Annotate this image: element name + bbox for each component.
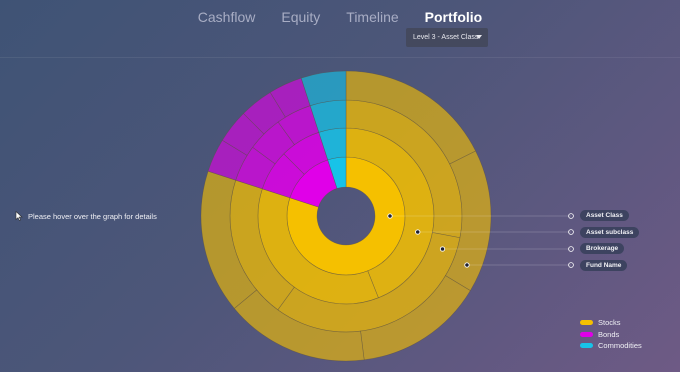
pointer-dot-3: [439, 246, 446, 252]
legend-label: Stocks: [598, 318, 621, 328]
sunburst-chart[interactable]: [0, 0, 680, 372]
legend-item-stocks: Stocks: [580, 317, 642, 329]
chart-legend: Stocks Bonds Commodities: [580, 317, 642, 352]
legend-swatch-stocks: [580, 320, 593, 326]
legend-item-commodities: Commodities: [580, 340, 642, 352]
pointer-dot-4: [464, 262, 470, 268]
level-label-fund-name: Fund Name: [580, 260, 628, 271]
legend-item-bonds: Bonds: [580, 329, 642, 341]
level-label-brokerage: Brokerage: [580, 243, 625, 254]
legend-label: Bonds: [598, 329, 620, 339]
legend-swatch-bonds: [580, 331, 593, 337]
pointer-dot-1: [387, 213, 393, 219]
pointer-dot-2: [415, 229, 421, 235]
legend-swatch-commodities: [580, 343, 593, 349]
level-label-asset-class: Asset Class: [580, 210, 629, 221]
legend-label: Commodities: [598, 341, 642, 351]
level-label-asset-subclass: Asset subclass: [580, 227, 640, 238]
